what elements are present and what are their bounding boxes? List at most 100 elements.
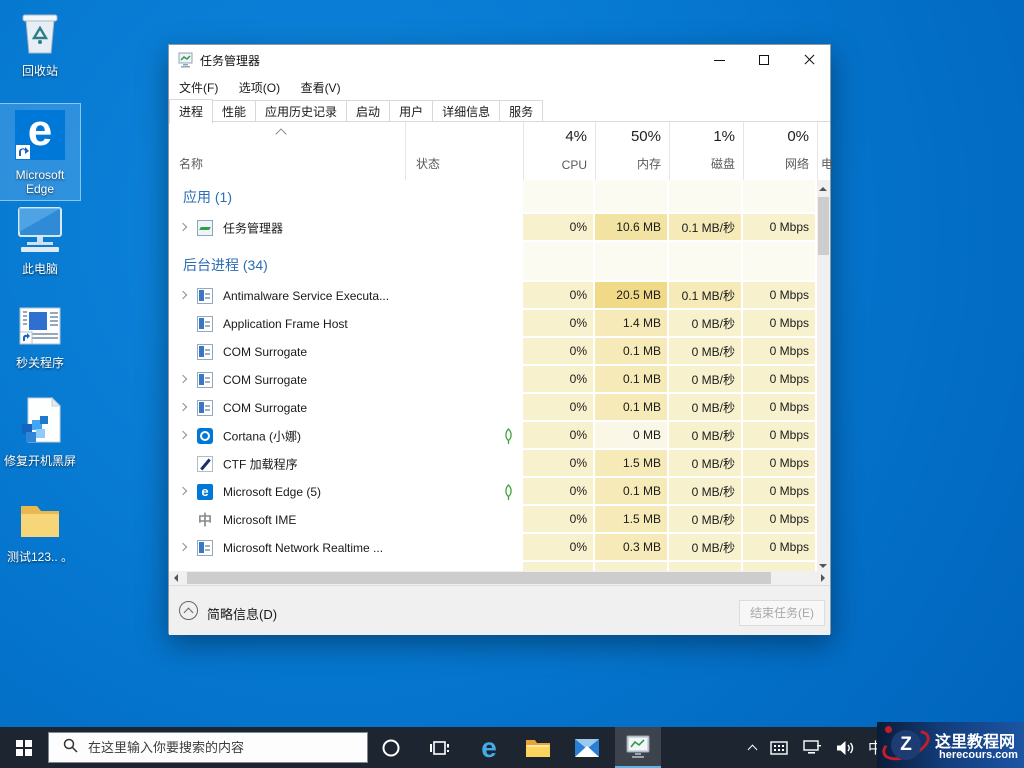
column-header-memory[interactable]: 50% 内存 — [595, 122, 669, 180]
expand-chevron-icon[interactable] — [178, 374, 188, 384]
window-footer: 简略信息(D) 结束任务(E) — [169, 585, 830, 635]
suspended-leaf-icon — [505, 428, 512, 444]
menu-file[interactable]: 文件(F) — [169, 75, 226, 96]
value-cell — [669, 242, 743, 282]
scroll-left-button[interactable] — [169, 571, 182, 584]
tray-overflow-button[interactable] — [747, 743, 758, 754]
file-explorer-button[interactable] — [515, 727, 561, 768]
expand-chevron-icon[interactable] — [178, 486, 188, 496]
desktop-icon-edge[interactable]: e Microsoft Edge — [0, 103, 81, 201]
volume-button[interactable] — [835, 740, 854, 756]
search-input[interactable] — [88, 740, 348, 755]
process-row[interactable]: COM Surrogate 0% 0.1 MB 0 MB/秒 0 Mbps — [169, 366, 830, 394]
exe-process-icon — [197, 344, 213, 360]
mail-button[interactable] — [564, 727, 610, 768]
process-row[interactable]: CTF 加载程序 0% 1.5 MB 0 MB/秒 0 Mbps — [169, 450, 830, 478]
value-cell: 0% — [523, 450, 595, 478]
fewer-details-toggle-icon[interactable] — [179, 601, 198, 620]
start-button[interactable] — [0, 727, 48, 768]
column-header-cpu[interactable]: 4% CPU — [523, 122, 595, 180]
value-cell: 0 Mbps — [743, 506, 817, 534]
maximize-button[interactable] — [742, 45, 787, 75]
column-header-disk[interactable]: 1% 磁盘 — [669, 122, 743, 180]
section-row[interactable]: 后台进程 (34) — [169, 242, 830, 282]
process-row[interactable]: 任务管理器 0% 10.6 MB 0.1 MB/秒 0 Mbps — [169, 214, 830, 242]
value-cell — [595, 562, 669, 571]
search-box[interactable] — [48, 732, 368, 763]
minimize-button[interactable] — [697, 45, 742, 75]
tab-users[interactable]: 用户 — [390, 100, 434, 122]
registry-file-icon — [18, 396, 62, 451]
scroll-up-button[interactable] — [817, 180, 830, 193]
vertical-scrollbar[interactable] — [817, 180, 830, 571]
scroll-right-button[interactable] — [817, 571, 830, 584]
exe-process-icon — [197, 400, 213, 416]
value-cell: 20.5 MB — [595, 282, 669, 310]
horizontal-scrollbar[interactable] — [169, 571, 830, 585]
menu-options[interactable]: 选项(O) — [231, 75, 288, 96]
column-header-network[interactable]: 0% 网络 — [743, 122, 817, 180]
desktop-icon-this-pc[interactable]: 此电脑 — [0, 206, 80, 276]
desktop-icon-miaoguan[interactable]: 秒关程序 — [0, 306, 80, 370]
edge-taskbar-button[interactable]: e — [466, 727, 512, 768]
process-row[interactable]: Antimalware Service Executa... 0% 20.5 MB 0… — [169, 282, 830, 310]
value-cell: 0 Mbps — [743, 310, 817, 338]
process-row[interactable]: 中 Microsoft IME 0% 1.5 MB 0 MB/秒 0 Mbps — [169, 506, 830, 534]
tab-services[interactable]: 服务 — [500, 100, 544, 122]
network-button[interactable] — [802, 740, 821, 755]
title-bar[interactable]: 任务管理器 — [169, 45, 830, 75]
process-row[interactable]: Application Frame Host 0% 1.4 MB 0 MB/秒 0 Mb… — [169, 310, 830, 338]
fewer-details-label[interactable]: 简略信息(D) — [207, 604, 277, 623]
close-button[interactable] — [787, 45, 832, 75]
cortana-button[interactable] — [368, 727, 414, 768]
touch-keyboard-button[interactable] — [770, 740, 788, 755]
value-cell: 0 MB/秒 — [669, 338, 743, 366]
watermark: Z 这里教程网 herecours.com — [877, 722, 1024, 768]
desktop-icon-test-folder[interactable]: 测试123.. 。 — [0, 498, 80, 564]
expand-chevron-icon[interactable] — [178, 542, 188, 552]
expand-chevron-icon[interactable] — [178, 402, 188, 412]
horizontal-scrollbar-thumb[interactable] — [187, 572, 771, 584]
value-cell: 0 Mbps — [743, 394, 817, 422]
value-cell: 0 Mbps — [743, 450, 817, 478]
column-header-power[interactable]: 电 — [817, 122, 833, 180]
desktop-icon-fix-black-screen[interactable]: 修复开机黑屏 — [0, 396, 80, 468]
task-manager-taskbar-button[interactable] — [615, 727, 661, 768]
value-cell: 0% — [523, 214, 595, 242]
value-cell — [523, 242, 595, 282]
sort-ascending-icon — [275, 128, 287, 140]
process-name: COM Surrogate — [223, 373, 308, 387]
menu-view[interactable]: 查看(V) — [293, 75, 349, 96]
column-header-name[interactable]: 名称 — [169, 122, 405, 180]
value-cell: 0 Mbps — [743, 534, 817, 562]
process-row[interactable]: e Microsoft Edge (5) 0% 0.1 MB 0 MB/秒 0 Mbps — [169, 478, 830, 506]
tab-app-history[interactable]: 应用历史记录 — [256, 100, 348, 122]
section-row[interactable]: 应用 (1) — [169, 180, 830, 214]
scroll-down-button[interactable] — [817, 558, 830, 571]
tab-performance[interactable]: 性能 — [213, 100, 257, 122]
process-row[interactable]: Cortana (小娜) 0% 0 MB 0 MB/秒 0 Mbps — [169, 422, 830, 450]
process-row[interactable]: COM Surrogate 0% 0.1 MB 0 MB/秒 0 Mbps — [169, 338, 830, 366]
desktop-icon-recycle-bin[interactable]: 回收站 — [0, 8, 80, 78]
recycle-bin-icon — [17, 8, 63, 61]
exe-process-icon — [197, 316, 213, 332]
suspended-leaf-icon — [505, 484, 512, 500]
tab-startup[interactable]: 启动 — [347, 100, 391, 122]
vertical-scrollbar-thumb[interactable] — [818, 197, 829, 255]
process-name: 任务管理器 — [223, 221, 284, 236]
process-name-cell: COM Surrogate — [169, 394, 405, 422]
app-window-icon — [17, 306, 63, 353]
tab-processes[interactable]: 进程 — [169, 99, 214, 124]
expand-chevron-icon[interactable] — [178, 430, 188, 440]
column-header-status[interactable]: 状态 — [405, 122, 523, 180]
process-table-body: 应用 (1) 任务管理器 0% 10.6 MB 0.1 MB/秒 0 Mbps 后台进程 (… — [169, 180, 830, 571]
end-task-button[interactable]: 结束任务(E) — [739, 600, 825, 626]
expand-chevron-icon[interactable] — [178, 222, 188, 232]
expand-chevron-icon[interactable] — [178, 290, 188, 300]
task-view-button[interactable] — [417, 727, 463, 768]
cortana-icon — [382, 739, 400, 756]
process-row[interactable]: COM Surrogate 0% 0.1 MB 0 MB/秒 0 Mbps — [169, 394, 830, 422]
process-name-cell: 任务管理器 — [169, 214, 405, 242]
tab-details[interactable]: 详细信息 — [433, 100, 501, 122]
process-row[interactable]: Microsoft Network Realtime ... 0% 0.3 MB 0 … — [169, 534, 830, 562]
